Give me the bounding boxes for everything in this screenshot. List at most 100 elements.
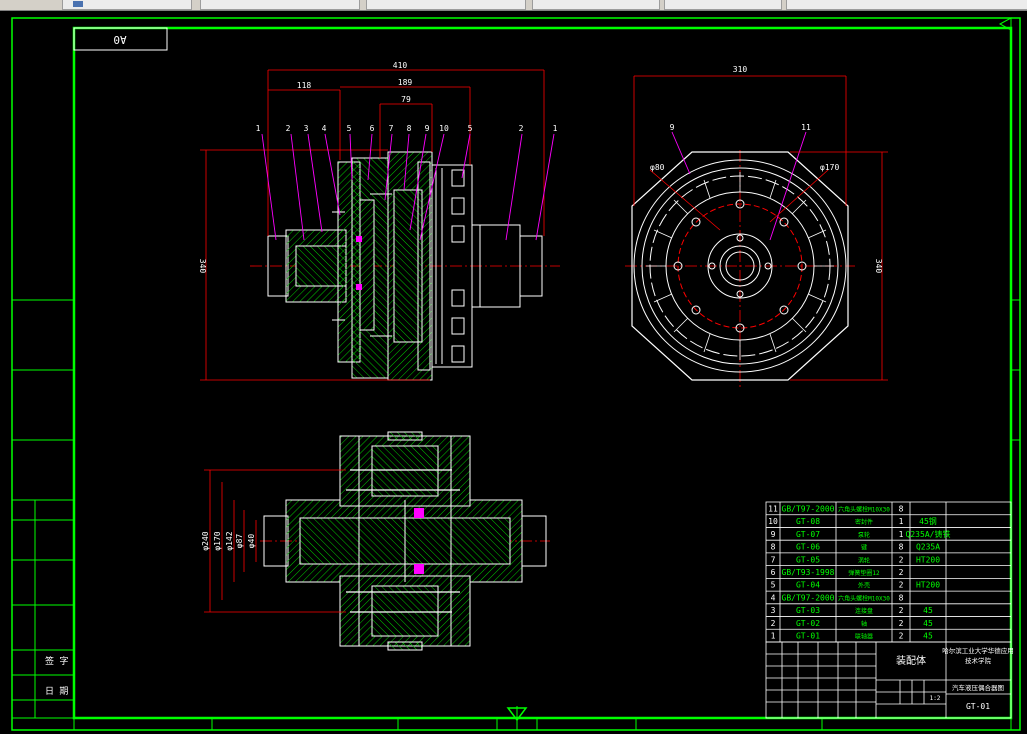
svg-text:9: 9: [670, 123, 675, 132]
parts-cell-no: 10: [768, 517, 778, 526]
parts-cell-name: 密封件: [855, 518, 873, 526]
parts-cell-no: 3: [771, 606, 776, 615]
svg-text:189: 189: [398, 78, 413, 87]
svg-text:5: 5: [347, 124, 352, 133]
cad-drawing-canvas[interactable]: A0 签 字 日 期 410 118 189 79 340 1 2 3 4 5 …: [0, 10, 1027, 734]
bottom-section-view[interactable]: [260, 431, 550, 651]
parts-cell-qty: 8: [899, 504, 904, 513]
svg-text:φ170: φ170: [213, 531, 222, 550]
format-label-box: A0: [73, 27, 168, 51]
drawing-tab-2[interactable]: [200, 0, 360, 10]
side-view-dimensions: [633, 75, 888, 381]
parts-cell-name: 泵轮: [858, 531, 870, 539]
parts-cell-qty: 2: [899, 581, 904, 590]
parts-cell-material: HT200: [916, 581, 940, 590]
drawing-tab-3[interactable]: [366, 0, 526, 10]
parts-cell-name: 六角头螺栓M10X30: [838, 505, 890, 513]
title-block-text: 装配体 哈尔滨工业大学华德应用 技术学院 汽车液压偶合器图 GT-01 1:2: [896, 646, 1014, 711]
drawing-tab-6[interactable]: [786, 0, 1027, 10]
svg-text:9: 9: [425, 124, 430, 133]
svg-text:310: 310: [733, 65, 748, 74]
svg-text:79: 79: [401, 95, 411, 104]
svg-text:φ40: φ40: [247, 534, 256, 549]
parts-cell-name: 涡轮: [858, 556, 870, 564]
parts-cell-no: 6: [771, 568, 776, 577]
parts-cell-qty: 2: [899, 632, 904, 641]
parts-cell-no: 4: [771, 593, 776, 602]
parts-cell-material: Q235A/铸铁: [906, 529, 951, 539]
parts-cell-code: GT-05: [796, 555, 820, 564]
parts-cell-name: 六角头螺栓M10X30: [838, 594, 890, 602]
parts-cell-qty: 2: [899, 568, 904, 577]
parts-cell-code: GB/T97-2000: [782, 593, 835, 602]
svg-text:8: 8: [407, 124, 412, 133]
drawing-tab-4[interactable]: [532, 0, 660, 10]
parts-cell-name: 键: [861, 544, 867, 552]
parts-cell-material: HT200: [916, 555, 940, 564]
svg-text:7: 7: [389, 124, 394, 133]
drawing-number: GT-01: [966, 702, 990, 711]
parts-cell-qty: 2: [899, 619, 904, 628]
svg-text:4: 4: [322, 124, 327, 133]
parts-cell-no: 7: [771, 555, 776, 564]
parts-cell-no: 8: [771, 543, 776, 552]
svg-text:6: 6: [370, 124, 375, 133]
parts-cell-no: 11: [768, 504, 778, 513]
svg-text:φ170: φ170: [820, 163, 839, 172]
school-name-line1: 哈尔滨工业大学华德应用: [942, 646, 1014, 655]
parts-cell-name: 轴: [861, 620, 867, 628]
date-label: 日 期: [45, 686, 68, 697]
parts-cell-name: 联轴器: [855, 633, 873, 641]
tab-icon: [73, 1, 83, 7]
svg-text:1: 1: [553, 124, 558, 133]
scale-value: 1:2: [930, 695, 941, 702]
parts-cell-no: 5: [771, 581, 776, 590]
parts-cell-no: 2: [771, 619, 776, 628]
front-view-balloon-numbers: 1 2 3 4 5 6 7 8 9 10 5 2 1: [256, 124, 558, 133]
parts-cell-qty: 8: [899, 593, 904, 602]
parts-cell-material: Q235A: [916, 543, 940, 552]
parts-cell-code: GT-03: [796, 606, 820, 615]
svg-text:1: 1: [256, 124, 261, 133]
parts-cell-qty: 1: [899, 530, 904, 539]
parts-cell-qty: 1: [899, 517, 904, 526]
parts-cell-qty: 8: [899, 543, 904, 552]
parts-cell-no: 1: [771, 632, 776, 641]
svg-text:10: 10: [439, 124, 449, 133]
parts-cell-code: GB/T93-1998: [782, 568, 835, 577]
parts-cell-code: GT-07: [796, 530, 820, 539]
assembly-title: 装配体: [896, 654, 926, 667]
svg-text:φ142: φ142: [225, 531, 234, 550]
school-name-line2: 技术学院: [965, 656, 992, 665]
parts-cell-material: 45: [923, 632, 933, 641]
parts-cell-code: GT-04: [796, 581, 820, 590]
parts-cell-code: GB/T97-2000: [782, 504, 835, 513]
parts-cell-name: 外壳: [858, 582, 870, 590]
svg-text:2: 2: [286, 124, 291, 133]
parts-cell-material: 45钢: [919, 516, 937, 526]
parts-cell-code: GT-06: [796, 543, 820, 552]
parts-cell-name: 弹簧垫圈12: [848, 569, 880, 577]
parts-cell-code: GT-02: [796, 619, 820, 628]
svg-text:φ240: φ240: [201, 531, 210, 550]
drawing-tab-1[interactable]: [62, 0, 192, 10]
left-signature-columns: 签 字 日 期: [11, 499, 75, 719]
parts-cell-qty: 2: [899, 606, 904, 615]
bottom-view-dim-text: φ240 φ170 φ142 φ87 φ40: [201, 531, 256, 550]
svg-text:340: 340: [874, 259, 883, 274]
svg-text:3: 3: [304, 124, 309, 133]
svg-text:φ87: φ87: [235, 534, 244, 549]
parts-cell-material: 45: [923, 606, 933, 615]
svg-text:11: 11: [801, 123, 811, 132]
front-section-view[interactable]: [250, 151, 560, 381]
parts-cell-qty: 2: [899, 555, 904, 564]
svg-text:340: 340: [198, 259, 207, 274]
svg-text:410: 410: [393, 61, 408, 70]
sheet-format-label: A0: [113, 33, 126, 46]
svg-text:φ80: φ80: [650, 163, 665, 172]
svg-text:2: 2: [519, 124, 524, 133]
drawing-tab-5[interactable]: [664, 0, 782, 10]
parts-cell-code: GT-01: [796, 632, 820, 641]
parts-list-table: 11 GB/T97-2000 六角头螺栓M10X30 810 GT-08 密封件 1 45钢9…: [765, 501, 1012, 643]
parts-cell-code: GT-08: [796, 517, 820, 526]
